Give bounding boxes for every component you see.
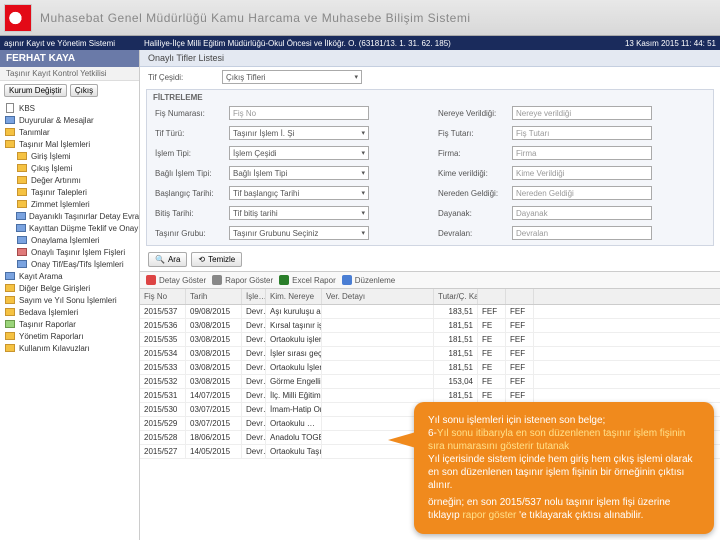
bagli-select[interactable]: Bağlı İşlem Tipi▾ (229, 166, 369, 180)
nereye-input[interactable]: Nereye verildiği (512, 106, 652, 120)
detail-button[interactable]: Detay Göster (146, 275, 206, 285)
tree-item[interactable]: Çıkış İşlemi (0, 162, 139, 174)
devralan-input[interactable]: Devralan (512, 226, 652, 240)
column-header[interactable]: Fiş No (140, 289, 186, 304)
table-row[interactable]: 2015/53709/08/2015Devr…Aşı kuruluşu aşı … (140, 305, 720, 319)
tree-item[interactable]: Taşınır Talepleri (0, 186, 139, 198)
tree-item[interactable]: Değer Artırımı (0, 174, 139, 186)
tree-item[interactable]: Dayanıklı Taşınırlar Detay Evrakı (0, 210, 139, 222)
excel-icon (279, 275, 289, 285)
tree-item[interactable]: Kayıt Arama (0, 270, 139, 282)
tree-item[interactable]: Duyurular & Mesajlar (0, 114, 139, 126)
grup-select[interactable]: Taşınır Grubunu Seçiniz▾ (229, 226, 369, 240)
user-role: Taşınır Kayıt Kontrol Yetkilisi (0, 67, 139, 81)
table-row[interactable]: 2015/53203/08/2015Devr…Görme Engelliler … (140, 375, 720, 389)
callout-pointer-icon (388, 432, 416, 448)
islem-select[interactable]: İşlem Çeşidi▾ (229, 146, 369, 160)
kime-input[interactable]: Kime Verildiği (512, 166, 652, 180)
search-button[interactable]: 🔍Ara (148, 252, 187, 267)
tree-item[interactable]: Onaylı Taşınır İşlem Fişleri (0, 246, 139, 258)
tif-cesidi-label: Tif Çeşidi: (148, 73, 218, 82)
fisno-input[interactable]: Fiş No (229, 106, 369, 120)
subbar-right: 13 Kasım 2015 11: 44: 51 (596, 39, 716, 48)
chevron-down-icon: ▾ (361, 129, 365, 137)
dayanak-input[interactable]: Dayanak (512, 206, 652, 220)
clear-icon: ⟲ (198, 255, 205, 264)
app-header: Muhasebat Genel Müdürlüğü Kamu Harcama v… (0, 0, 720, 36)
subbar-left: aşınır Kayıt ve Yönetim Sistemi (4, 39, 144, 48)
column-header[interactable] (478, 289, 506, 304)
sidebar: FERHAT KAYA Taşınır Kayıt Kontrol Yetkil… (0, 50, 140, 540)
column-header[interactable]: Tutar/Ç. Kay (434, 289, 478, 304)
app-title: Muhasebat Genel Müdürlüğü Kamu Harcama v… (40, 11, 471, 25)
edit-icon (342, 275, 352, 285)
table-row[interactable]: 2015/53603/08/2015Devr…Kırsal taşınır iş… (140, 319, 720, 333)
column-header[interactable] (506, 289, 534, 304)
tree-item[interactable]: Bedava İşlemleri (0, 306, 139, 318)
chevron-down-icon: ▾ (354, 73, 358, 81)
change-org-button[interactable]: Kurum Değiştir (4, 84, 67, 97)
edit-button[interactable]: Düzenleme (342, 275, 395, 285)
firma-input[interactable]: Firma (512, 146, 652, 160)
column-header[interactable]: Ver. Detayı (322, 289, 434, 304)
search-icon: 🔍 (155, 255, 165, 264)
table-row[interactable]: 2015/53114/07/2015Devr…İlç. Milli Eğitim… (140, 389, 720, 403)
report-icon (212, 275, 222, 285)
tree-item[interactable]: Kullanım Kılavuzları (0, 342, 139, 354)
filter-panel: FİLTRELEME Fiş Numarası:Fiş No Tif Türü:… (146, 89, 714, 246)
calendar-icon: ▾ (361, 209, 365, 217)
excel-button[interactable]: Excel Rapor (279, 275, 336, 285)
clear-button[interactable]: ⟲Temizle (191, 252, 242, 267)
tree-item[interactable]: Onay Tif/Eaş/Tifs İşlemleri (0, 258, 139, 270)
tree-item[interactable]: Tanımlar (0, 126, 139, 138)
baslangic-date[interactable]: Tif başlangıç Tarihi▾ (229, 186, 369, 200)
calendar-icon: ▾ (361, 189, 365, 197)
fistutari-input[interactable]: Fiş Tutarı (512, 126, 652, 140)
table-row[interactable]: 2015/53303/08/2015Devr…Ortaokulu İşler t… (140, 361, 720, 375)
content-panel: Onaylı Tifler Listesi Tif Çeşidi: Çıkış … (140, 50, 720, 540)
tree-item[interactable]: Taşınır Mal İşlemleri (0, 138, 139, 150)
subbar-center: Haliliye-İlçe Milli Eğitim Müdürlüğü-Oku… (144, 39, 596, 48)
tree-item[interactable]: Sayım ve Yıl Sonu İşlemleri (0, 294, 139, 306)
tree-item[interactable]: Kayıttan Düşme Teklif ve Onay Tutanağı (0, 222, 139, 234)
tree-item[interactable]: Yönetim Raporları (0, 330, 139, 342)
table-row[interactable]: 2015/53503/08/2015Devr…Ortaokulu işler s… (140, 333, 720, 347)
tree-item[interactable]: Diğer Belge Girişleri (0, 282, 139, 294)
sub-header: aşınır Kayıt ve Yönetim Sistemi Haliliye… (0, 36, 720, 50)
report-button[interactable]: Rapor Göster (212, 275, 273, 285)
tree-item[interactable]: Taşınır Raporlar (0, 318, 139, 330)
flag-icon (4, 4, 32, 32)
tif-cesidi-select[interactable]: Çıkış Tifleri▾ (222, 70, 362, 84)
chevron-down-icon: ▾ (361, 229, 365, 237)
nav-tree: KBSDuyurular & MesajlarTanımlarTaşınır M… (0, 100, 139, 356)
tree-item[interactable]: Zimmet İşlemleri (0, 198, 139, 210)
chevron-down-icon: ▾ (361, 149, 365, 157)
column-header[interactable]: Tarih (186, 289, 242, 304)
tree-item[interactable]: Giriş İşlemi (0, 150, 139, 162)
tifturu-select[interactable]: Taşınır İşlem İ. Şi▾ (229, 126, 369, 140)
help-callout: Yıl sonu işlemleri için istenen son belg… (414, 402, 714, 534)
user-name: FERHAT KAYA (0, 50, 139, 67)
nereden-input[interactable]: Nereden Geldiği (512, 186, 652, 200)
tree-item[interactable]: KBS (0, 102, 139, 114)
grid-toolbar: Detay Göster Rapor Göster Excel Rapor Dü… (140, 271, 720, 289)
detail-icon (146, 275, 156, 285)
column-header[interactable]: Kim. Nereye (266, 289, 322, 304)
tree-item[interactable]: Onaylama İşlemleri (0, 234, 139, 246)
bitis-date[interactable]: Tif bitiş tarihi▾ (229, 206, 369, 220)
exit-button[interactable]: Çıkış (70, 84, 98, 97)
column-header[interactable]: İşle… (242, 289, 266, 304)
filter-heading: FİLTRELEME (147, 92, 713, 103)
panel-title: Onaylı Tifler Listesi (140, 50, 720, 67)
table-row[interactable]: 2015/53403/08/2015Devr…İşler sırası geçi… (140, 347, 720, 361)
chevron-down-icon: ▾ (361, 169, 365, 177)
